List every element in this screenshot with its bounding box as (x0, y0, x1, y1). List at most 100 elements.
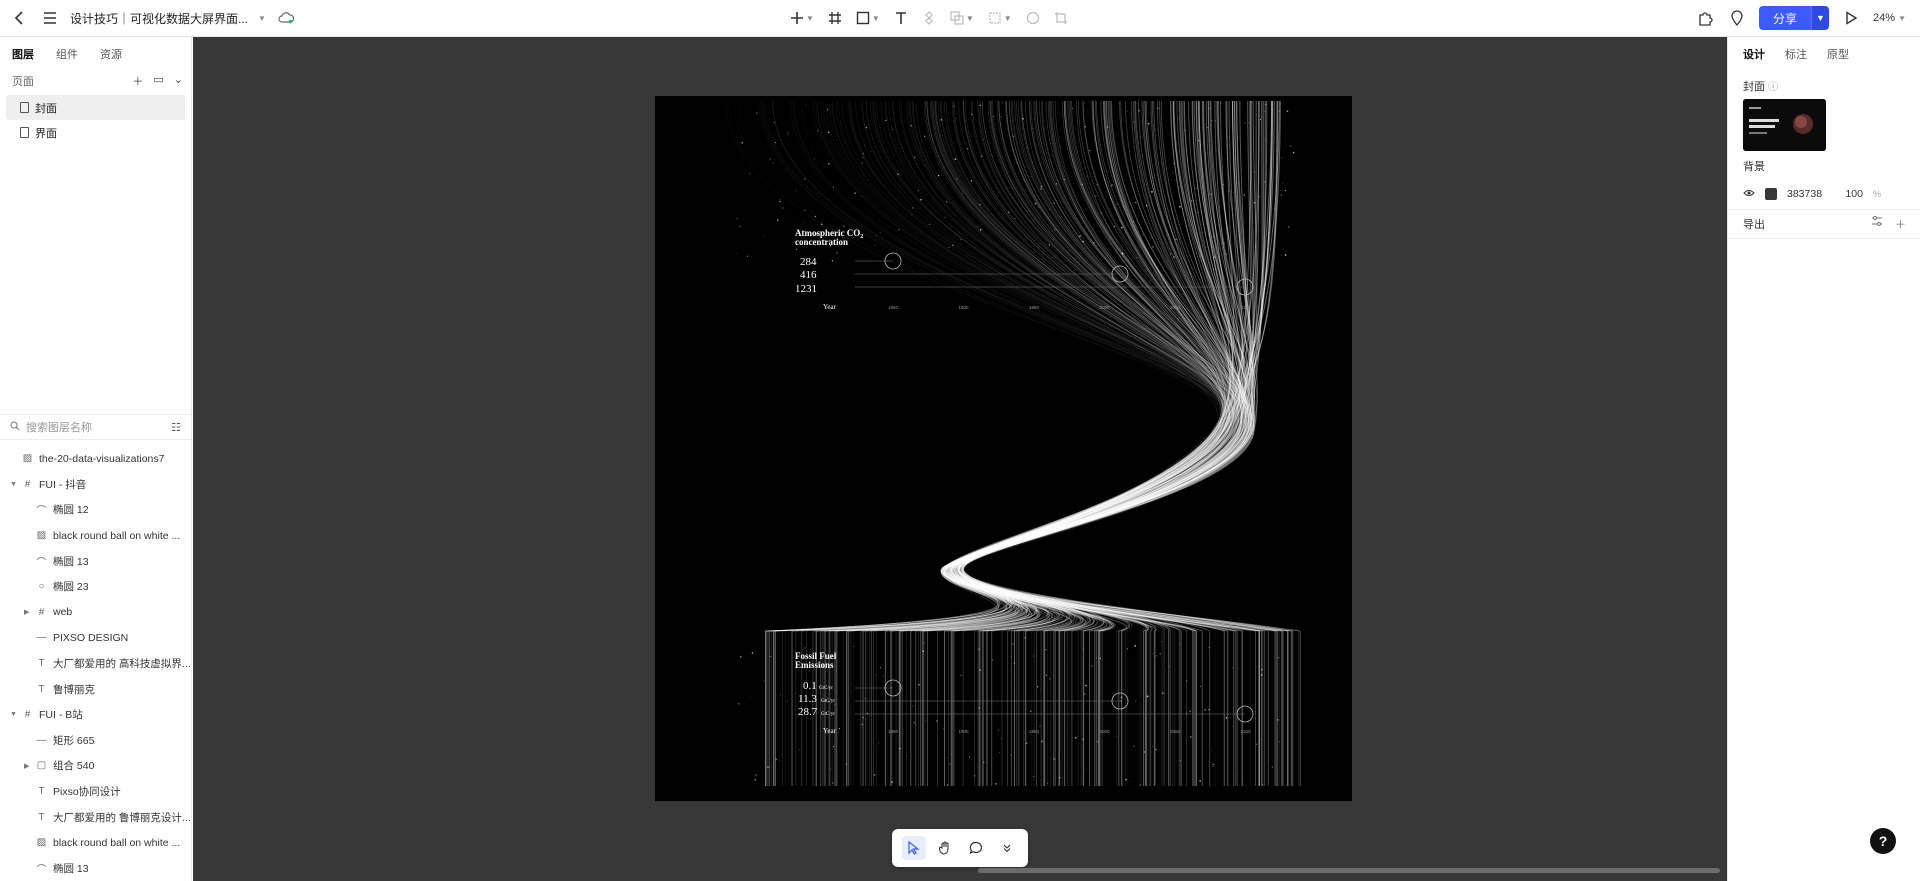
page-icon (20, 102, 29, 113)
star-dot (1052, 150, 1054, 152)
frame-tool[interactable] (828, 11, 842, 25)
star-dot (827, 162, 830, 165)
star-dot (1159, 652, 1161, 655)
year-tick-label: 1950 (1029, 305, 1040, 310)
star-dot (1127, 111, 1129, 112)
cover-artboard[interactable]: Atmospheric CO2 concentration 284 416 12… (655, 96, 1352, 801)
cover-label: 封面 ⓘ (1743, 81, 1779, 93)
horizontal-scrollbar[interactable] (978, 868, 1720, 873)
page-item-cover[interactable]: 封面 (6, 95, 185, 120)
layer-item[interactable]: ▶ ▢ 组合 540 (0, 753, 191, 779)
page-item-interface[interactable]: 界面 (6, 120, 185, 145)
star-dot (931, 135, 933, 137)
layer-item[interactable]: T 大厂都爱用的 高科技虚拟界... (0, 651, 191, 677)
star-dot (950, 753, 952, 755)
comment-tool-icon[interactable] (964, 836, 988, 860)
layer-search[interactable]: 搜索图层名称 ☷ (0, 414, 191, 440)
share-dropdown-icon[interactable]: ▼ (1810, 6, 1829, 30)
layer-name: black round ball on white ... (53, 836, 181, 849)
star-dot (993, 115, 995, 117)
tab-prototype[interactable]: 原型 (1827, 46, 1849, 61)
layer-item[interactable]: — 矩形 665 (0, 728, 191, 754)
star-dot (1106, 126, 1109, 128)
star-dot (864, 698, 867, 700)
expand-arrow-icon[interactable]: ▶ (24, 762, 29, 770)
back-icon[interactable] (10, 8, 30, 28)
export-settings-icon[interactable] (1871, 216, 1883, 232)
hand-tool-icon[interactable] (933, 836, 957, 860)
layer-item[interactable]: ▨ black round ball on white ... (0, 830, 191, 856)
star-dot (1279, 111, 1281, 113)
text-tool[interactable] (894, 11, 908, 25)
layer-item[interactable]: T Pixso协同设计 (0, 779, 191, 805)
tab-layers[interactable]: 图层 (12, 46, 34, 61)
star-dot (999, 751, 1001, 753)
folder-icon[interactable]: ▭ (153, 73, 163, 89)
canvas[interactable]: Atmospheric CO2 concentration 284 416 12… (193, 37, 1727, 881)
mask-tool[interactable]: ▼ (988, 11, 1012, 25)
co2-title-line2: concentration (795, 237, 848, 247)
collapse-chevron-icon[interactable]: ⌄ (174, 73, 183, 89)
layer-item[interactable]: ⌒ 椭圆 13 (0, 856, 191, 881)
menu-icon[interactable] (40, 8, 60, 28)
help-button[interactable]: ? (1870, 828, 1896, 854)
expand-arrow-icon[interactable]: ▶ (24, 608, 29, 616)
layer-item[interactable]: ▨ the-20-data-visualizations7 (0, 446, 191, 472)
cover-thumbnail[interactable] (1743, 99, 1826, 151)
star-dot (970, 180, 973, 182)
tab-design[interactable]: 设计 (1743, 46, 1765, 61)
component-tool[interactable] (922, 11, 936, 25)
share-button[interactable]: 分享 (1758, 6, 1811, 30)
star-dot (1129, 780, 1131, 782)
add-export-icon[interactable]: ＋ (1895, 216, 1906, 232)
star-dot (1054, 229, 1056, 231)
zoom-level[interactable]: 24% ▼ (1873, 12, 1906, 24)
search-input[interactable]: 搜索图层名称 (26, 419, 92, 435)
plugin-icon[interactable] (1695, 8, 1715, 28)
strand (950, 100, 1236, 786)
add-tool[interactable]: ▼ (790, 11, 814, 25)
layer-name: 组合 540 (53, 760, 95, 773)
background-hex-input[interactable]: 383738 (1787, 188, 1831, 200)
star-dot (1095, 195, 1097, 197)
more-tools-chevron-icon[interactable] (995, 836, 1019, 860)
pointer-tool-icon[interactable] (901, 836, 926, 860)
layer-item[interactable]: ▼ # FUI - 抖音 (0, 472, 191, 498)
boolean-tool[interactable]: ▼ (950, 11, 974, 25)
tab-annotate[interactable]: 标注 (1785, 46, 1807, 61)
expand-arrow-icon[interactable]: ▼ (10, 711, 17, 718)
chevron-down-icon[interactable]: ▼ (258, 14, 266, 23)
star-dot (956, 178, 958, 180)
shape-tool[interactable]: ▼ (856, 11, 880, 25)
star-dot (1263, 181, 1265, 183)
star-dot (779, 198, 781, 200)
layer-item[interactable]: T 鲁博丽克 (0, 676, 191, 702)
layer-item[interactable]: ⌒ 椭圆 12 (0, 497, 191, 523)
layer-item[interactable]: T 大厂都爱用的 鲁博丽克设计... (0, 804, 191, 830)
layer-item[interactable]: ▨ black round ball on white ... (0, 523, 191, 549)
year-tick-label: 2000 (1099, 305, 1110, 310)
layer-item[interactable]: ○ 椭圆 23 (0, 574, 191, 600)
add-page-icon[interactable]: ＋ (132, 73, 143, 89)
layer-item[interactable]: — PIXSO DESIGN (0, 625, 191, 651)
background-opacity-input[interactable]: 100 (1841, 188, 1863, 200)
eye-icon[interactable] (1743, 188, 1755, 200)
play-icon[interactable] (1841, 8, 1861, 28)
filter-icon[interactable]: ☷ (171, 421, 181, 434)
star-dot (877, 743, 879, 745)
tab-components[interactable]: 组件 (56, 46, 78, 61)
layer-item[interactable]: ▼ # FUI - B站 (0, 702, 191, 728)
star-dot (875, 674, 877, 676)
location-icon[interactable] (1727, 8, 1747, 28)
star-dot (840, 124, 842, 126)
crop-tool[interactable] (1054, 11, 1068, 25)
tab-assets[interactable]: 资源 (100, 46, 122, 61)
background-color-swatch[interactable] (1765, 188, 1777, 200)
expand-arrow-icon[interactable]: ▼ (10, 481, 17, 488)
ellipse-tool[interactable] (1026, 11, 1040, 25)
layer-item[interactable]: ⌒ 椭圆 13 (0, 548, 191, 574)
star-dot (1058, 755, 1059, 756)
layer-item[interactable]: ▶ # web (0, 600, 191, 626)
star-dot (750, 697, 751, 699)
document-title[interactable]: 设计技巧｜可视化数据大屏界面... (70, 10, 248, 27)
